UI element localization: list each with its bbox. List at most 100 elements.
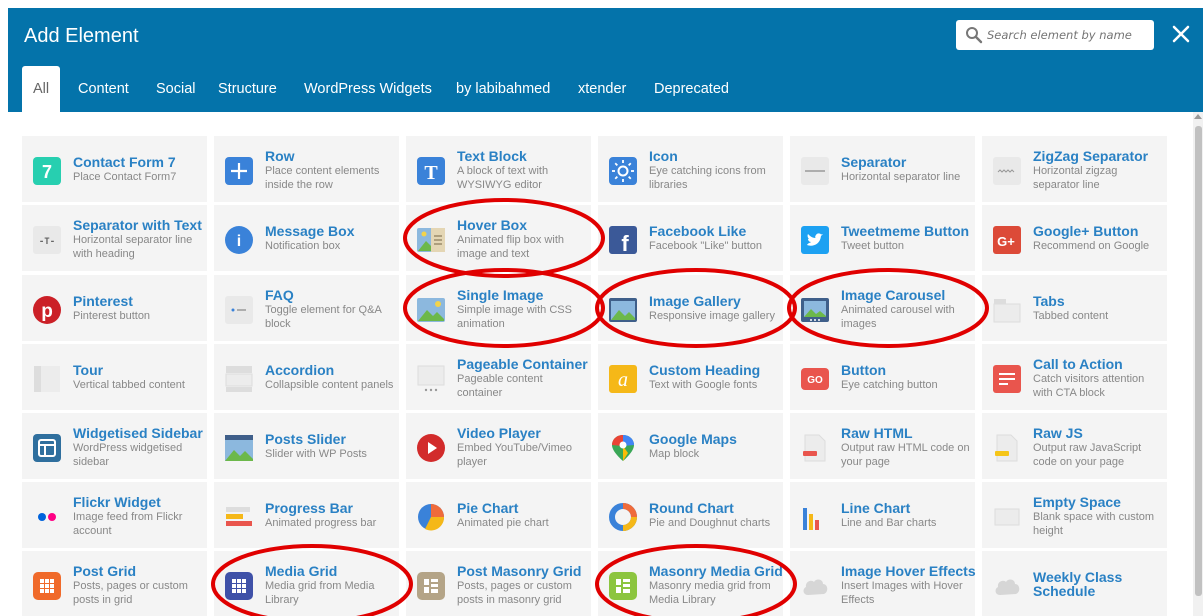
svg-text:i: i: [237, 233, 241, 250]
element-card-pageable-container[interactable]: Pageable Container Pageable content conta…: [406, 344, 591, 410]
element-card-posts-slider[interactable]: Posts Slider Slider with WP Posts: [214, 413, 399, 479]
element-card-zigzag-separator[interactable]: ZigZag Separator Horizontal zigzag separa…: [982, 136, 1167, 202]
element-name: Raw HTML: [841, 425, 913, 441]
svg-text:T: T: [424, 162, 438, 184]
scrollbar[interactable]: [1193, 112, 1203, 616]
element-card-line-chart[interactable]: Line Chart Line and Bar charts: [790, 482, 975, 548]
element-card-accordion[interactable]: Accordion Collapsible content panels: [214, 344, 399, 410]
element-name: Facebook Like: [649, 223, 747, 239]
svg-text:p: p: [41, 301, 53, 322]
element-name: Tour: [73, 362, 104, 378]
element-card-image-carousel[interactable]: Image Carousel Animated carousel with ima…: [790, 275, 975, 341]
sun-icon: [608, 156, 638, 186]
element-description: Pinterest button: [73, 310, 151, 322]
element-card-custom-heading[interactable]: a Custom Heading Text with Google fonts: [598, 344, 783, 410]
image-icon: [416, 295, 446, 325]
svg-text:f: f: [621, 231, 629, 255]
separator-text-icon: -T-: [32, 225, 62, 255]
element-card-pie-chart[interactable]: Pie Chart Animated pie chart: [406, 482, 591, 548]
element-card-call-to-action[interactable]: Call to Action Catch visitors attention w…: [982, 344, 1167, 410]
element-card-widgetised-sidebar[interactable]: Widgetised Sidebar WordPress widgetised s…: [22, 413, 207, 479]
element-card-empty-space[interactable]: Empty Space Blank space with custom heigh…: [982, 482, 1167, 548]
element-card-hover-box[interactable]: Hover Box Animated flip box with image an…: [406, 205, 591, 271]
tab-social[interactable]: Social: [156, 66, 196, 112]
element-card-separator[interactable]: Separator Horizontal separator line: [790, 136, 975, 202]
element-card-weekly-class-schedule[interactable]: Weekly Class Schedule: [982, 551, 1167, 616]
element-card-single-image[interactable]: Single Image Simple image with CSS animat…: [406, 275, 591, 341]
element-card-pinterest[interactable]: p Pinterest Pinterest button: [22, 275, 207, 341]
element-description: A block of text with WYSIWYG editor: [457, 165, 549, 191]
search-box[interactable]: [956, 20, 1154, 50]
tab-all[interactable]: All: [22, 66, 60, 112]
element-name: Custom Heading: [649, 362, 761, 378]
element-name: Masonry Media Grid: [649, 563, 783, 579]
element-card-button[interactable]: GO Button Eye catching button: [790, 344, 975, 410]
scrollbar-thumb[interactable]: [1195, 126, 1202, 596]
tab-by-labibahmed[interactable]: by labibahmed: [456, 66, 550, 112]
element-card-icon[interactable]: Icon Eye catching icons from libraries: [598, 136, 783, 202]
element-card-raw-js[interactable]: Raw JS Output raw JavaScript code on your…: [982, 413, 1167, 479]
tab-content[interactable]: Content: [78, 66, 129, 112]
tab-structure[interactable]: Structure: [218, 66, 277, 112]
element-grid: 7 Contact Form 7 Place Contact Form7 Row Pla…: [22, 136, 1176, 616]
element-card-google-button[interactable]: G+ Google+ Button Recommend on Google: [982, 205, 1167, 271]
element-card-text-block[interactable]: T Text Block A block of text with WYSIWYG …: [406, 136, 591, 202]
element-card-facebook-like[interactable]: f Facebook Like Facebook "Like" button: [598, 205, 783, 271]
window-title: Add Element: [24, 25, 139, 47]
line-chart-icon: [800, 502, 830, 532]
element-description: Facebook "Like" button: [649, 240, 762, 252]
element-card-separator-with-text[interactable]: -T- Separator with Text Horizontal separat…: [22, 205, 207, 271]
element-card-video-player[interactable]: Video Player Embed YouTube/Vimeo player: [406, 413, 591, 479]
element-card-post-masonry-grid[interactable]: Post Masonry Grid Posts, pages or custom …: [406, 551, 591, 616]
element-card-flickr-widget[interactable]: Flickr Widget Image feed from Flickr acco…: [22, 482, 207, 548]
svg-text:G+: G+: [997, 234, 1015, 249]
element-card-post-grid[interactable]: Post Grid Posts, pages or custom posts in…: [22, 551, 207, 616]
facebook-icon: f: [608, 225, 638, 256]
close-icon[interactable]: [1169, 22, 1193, 46]
element-description: Line and Bar charts: [841, 517, 937, 529]
tabs-icon: [992, 295, 1022, 325]
element-card-image-gallery[interactable]: Image Gallery Responsive image gallery: [598, 275, 783, 341]
element-description: Slider with WP Posts: [265, 448, 367, 460]
element-card-google-maps[interactable]: Google Maps Map block: [598, 413, 783, 479]
search-input[interactable]: [987, 25, 1147, 45]
element-card-row[interactable]: Row Place content elements inside the row: [214, 136, 399, 202]
faq-icon: [224, 295, 254, 325]
accordion-icon: [224, 364, 254, 394]
element-name: Weekly Class Schedule: [1033, 569, 1123, 599]
element-description: Toggle element for Q&A block: [265, 304, 382, 330]
element-name: Round Chart: [649, 500, 734, 516]
element-name: Pageable Container: [457, 356, 588, 372]
button-icon: GO: [800, 364, 830, 394]
element-name: Progress Bar: [265, 500, 353, 516]
element-name: Separator with Text: [73, 217, 202, 233]
element-card-contact-form-7[interactable]: 7 Contact Form 7 Place Contact Form7: [22, 136, 207, 202]
element-description: Text with Google fonts: [649, 379, 758, 391]
element-name: Pie Chart: [457, 500, 519, 516]
svg-text:GO: GO: [807, 375, 823, 386]
tab-wordpress-widgets[interactable]: WordPress Widgets: [304, 66, 432, 112]
media-grid-icon: [224, 571, 254, 601]
tab-xtender[interactable]: xtender: [578, 66, 626, 112]
element-card-tour[interactable]: Tour Vertical tabbed content: [22, 344, 207, 410]
progress-bar-icon: [224, 502, 254, 532]
round-chart-icon: [608, 502, 638, 532]
element-card-tweetmeme-button[interactable]: Tweetmeme Button Tweet button: [790, 205, 975, 271]
svg-text:a: a: [618, 369, 628, 391]
scroll-up-arrow[interactable]: [1194, 114, 1202, 119]
element-description: Recommend on Google: [1033, 240, 1150, 252]
masonry-media-icon: [608, 571, 638, 601]
element-name: Line Chart: [841, 500, 911, 516]
add-element-header: Add Element All Content Social Structure Wor…: [8, 8, 1203, 112]
element-card-tabs[interactable]: Tabs Tabbed content: [982, 275, 1167, 341]
element-card-message-box[interactable]: i Message Box Notification box: [214, 205, 399, 271]
element-card-faq[interactable]: FAQ Toggle element for Q&A block: [214, 275, 399, 341]
element-card-image-hover-effects[interactable]: Image Hover Effects Insert Images with Ho…: [790, 551, 976, 616]
element-card-raw-html[interactable]: Raw HTML Output raw HTML code on your pag…: [790, 413, 975, 479]
element-card-progress-bar[interactable]: Progress Bar Animated progress bar: [214, 482, 399, 548]
tab-deprecated[interactable]: Deprecated: [654, 66, 729, 112]
element-name: Google+ Button: [1033, 223, 1139, 239]
element-card-round-chart[interactable]: Round Chart Pie and Doughnut charts: [598, 482, 783, 548]
element-card-masonry-media-grid[interactable]: Masonry Media Grid Masonry media grid fro…: [598, 551, 783, 616]
element-card-media-grid[interactable]: Media Grid Media grid from Media Library: [214, 551, 399, 616]
